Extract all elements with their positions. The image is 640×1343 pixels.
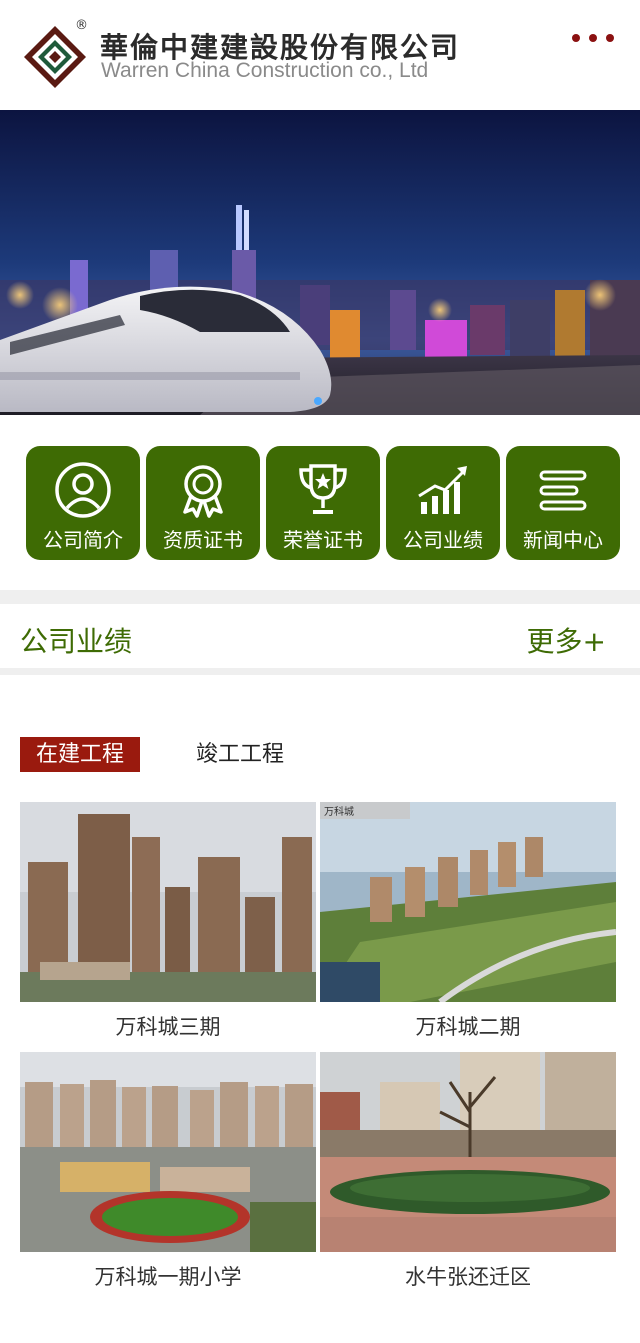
news-lines-icon (539, 470, 587, 511)
nav-tile-label: 公司业绩 (403, 528, 483, 552)
project-photo (320, 1052, 616, 1252)
project-photo (320, 802, 616, 1002)
nav-tile-label: 资质证书 (163, 528, 243, 552)
trophy-icon (299, 464, 347, 514)
menu-dot (606, 34, 614, 42)
nav-tile-label: 荣誉证书 (283, 528, 363, 552)
company-name-en: Warren China Construction co., Ltd (101, 59, 429, 82)
section-divider (0, 668, 640, 675)
project-card[interactable]: 万科城 万科城二期 (320, 802, 616, 1041)
more-dots-icon[interactable] (572, 32, 614, 44)
project-photo (20, 802, 316, 1002)
nav-tile-honors[interactable]: 荣誉证书 (266, 446, 380, 560)
project-caption: 万科城二期 (415, 1015, 521, 1039)
award-badge-icon (183, 465, 223, 518)
nav-tile-label: 公司简介 (43, 528, 123, 552)
more-link[interactable]: 更多+ (527, 620, 606, 660)
menu-dot (589, 34, 597, 42)
bullet-train-city-night-image (0, 110, 640, 415)
nav-tile-label: 新闻中心 (523, 528, 603, 552)
section-header: 公司业绩 更多+ (0, 604, 640, 668)
project-card[interactable]: 万科城三期 (20, 802, 316, 1041)
tab-completed[interactable]: 竣工工程 (180, 737, 300, 772)
project-caption: 水牛张还迁区 (405, 1265, 531, 1289)
tab-under-construction[interactable]: 在建工程 (20, 737, 140, 772)
site-header: ® 華倫中建建設股份有限公司 Warren China Construction… (0, 0, 640, 108)
menu-dot (572, 34, 580, 42)
project-photo (20, 1052, 316, 1252)
section-divider (0, 590, 640, 604)
quick-nav: 公司简介 资质证书 荣誉证书 公司业绩 新闻中心 (26, 446, 620, 560)
growth-chart-icon (418, 466, 467, 514)
nav-tile-news[interactable]: 新闻中心 (506, 446, 620, 560)
project-card[interactable]: 万科城一期小学 (20, 1052, 316, 1291)
diamond-logo-icon[interactable] (22, 24, 88, 90)
project-card[interactable]: 水牛张还迁区 (320, 1052, 616, 1291)
project-caption: 万科城一期小学 (94, 1265, 242, 1289)
registered-mark: ® (75, 18, 88, 33)
user-profile-icon (55, 462, 111, 518)
project-caption: 万科城三期 (115, 1015, 221, 1039)
nav-tile-qualification[interactable]: 资质证书 (146, 446, 260, 560)
section-title: 公司业绩 (20, 625, 133, 658)
image-tag: 万科城 (320, 802, 410, 819)
hero-banner[interactable] (0, 110, 640, 415)
nav-tile-performance[interactable]: 公司业绩 (386, 446, 500, 560)
nav-tile-company-profile[interactable]: 公司简介 (26, 446, 140, 560)
